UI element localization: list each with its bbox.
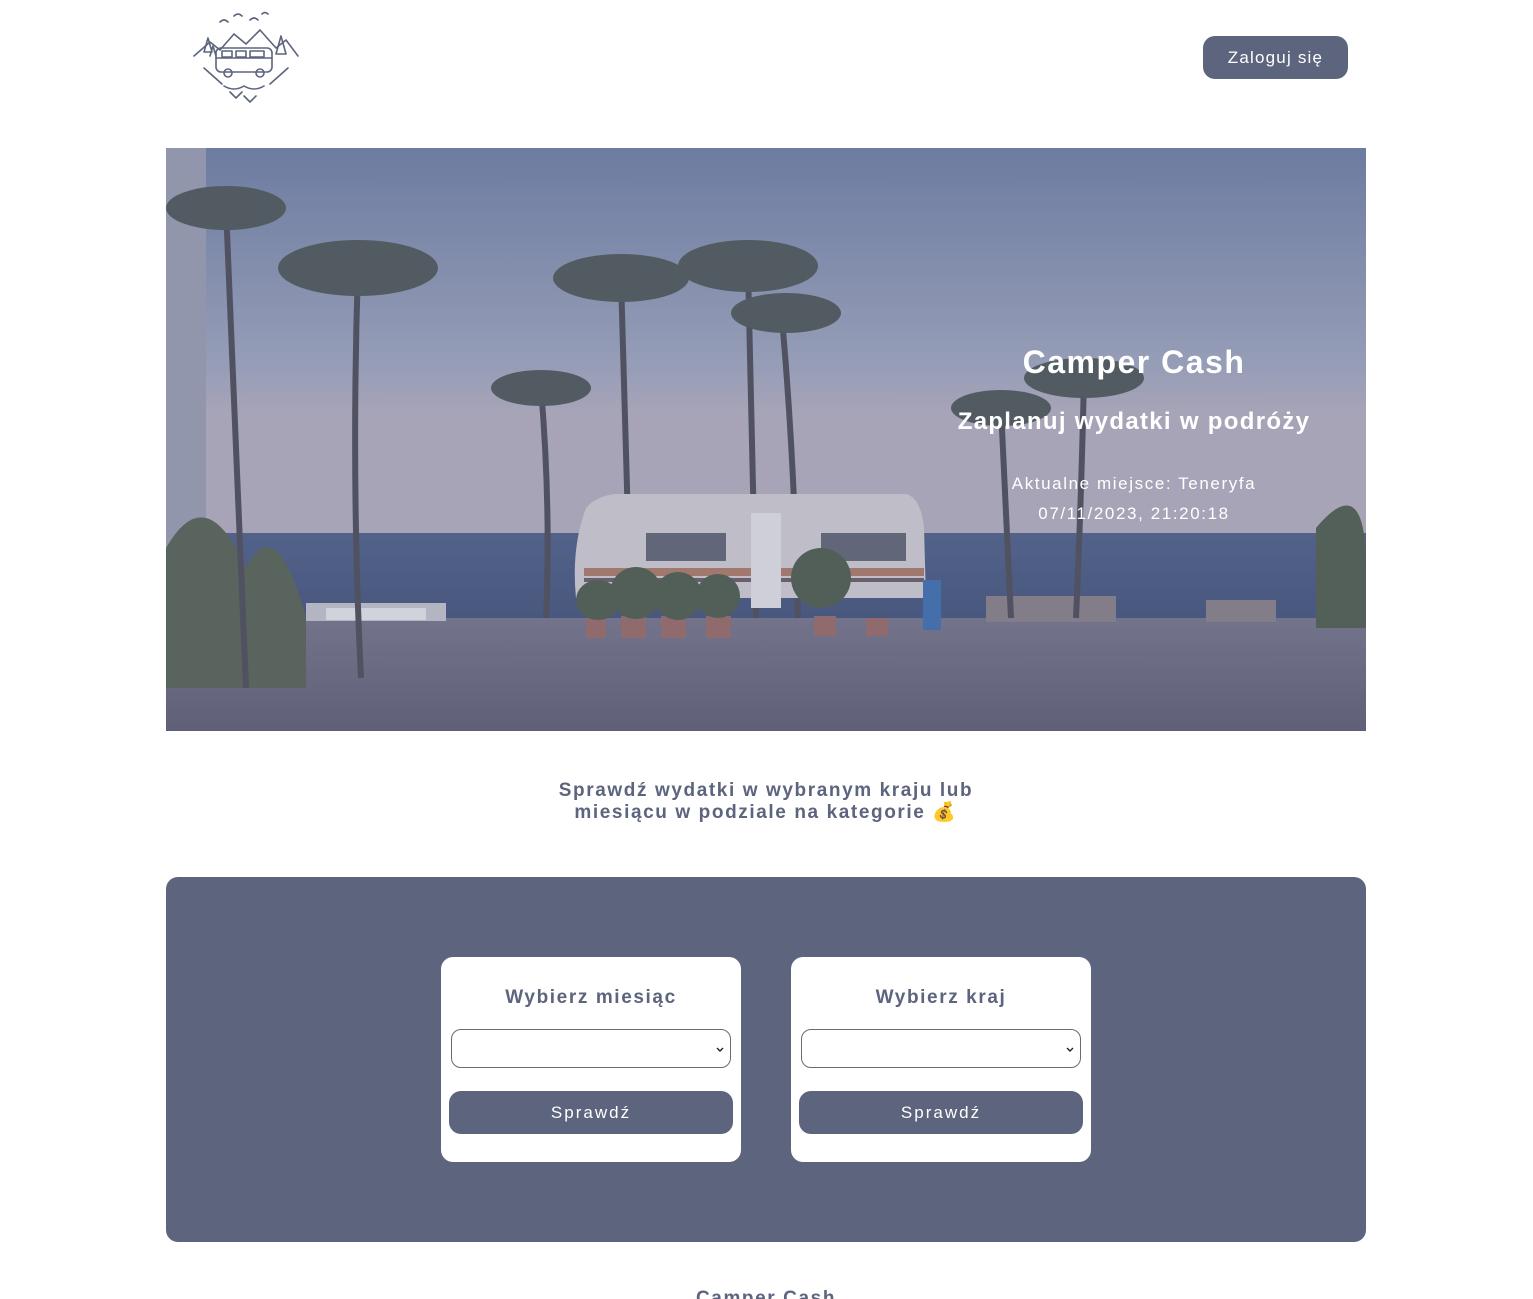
month-check-button[interactable]: Sprawdź — [449, 1091, 733, 1134]
footer-title: Camper Cash — [695, 1288, 837, 1299]
intro-text: Sprawdź wydatki w wybranym kraju lub mie… — [466, 780, 1066, 824]
hero-title: Camper Cash — [1022, 344, 1246, 380]
country-check-button[interactable]: Sprawdź — [799, 1091, 1083, 1134]
hero-text: Camper Cash Zaplanuj wydatki w podróży A… — [934, 344, 1334, 524]
logo[interactable] — [190, 8, 302, 104]
month-select[interactable] — [451, 1029, 731, 1068]
hero-subtitle: Zaplanuj wydatki w podróży — [957, 408, 1311, 435]
camper-van-logo-icon — [193, 11, 299, 103]
current-place: Aktualne miejsce: Teneryfa — [1011, 474, 1257, 493]
intro-line-1: Sprawdź wydatki w wybranym kraju lub — [558, 780, 974, 801]
filter-panel: Wybierz miesiąc Sprawdź Wybierz kraj Spr… — [166, 877, 1366, 1242]
hero-banner: Camper Cash Zaplanuj wydatki w podróży A… — [166, 148, 1366, 731]
country-select[interactable] — [801, 1029, 1081, 1068]
current-datetime: 07/11/2023, 21:20:18 — [1038, 504, 1230, 523]
chevron-down-icon — [716, 1047, 724, 1052]
month-filter-title: Wybierz miesiąc — [505, 987, 677, 1008]
country-filter-title: Wybierz kraj — [875, 987, 1007, 1008]
chevron-down-icon — [1066, 1047, 1074, 1052]
month-filter-card: Wybierz miesiąc Sprawdź — [441, 957, 741, 1162]
intro-line-2: miesiącu w podziale na kategorie 💰 — [574, 802, 958, 823]
country-filter-card: Wybierz kraj Sprawdź — [791, 957, 1091, 1162]
login-button[interactable]: Zaloguj się — [1203, 36, 1348, 79]
